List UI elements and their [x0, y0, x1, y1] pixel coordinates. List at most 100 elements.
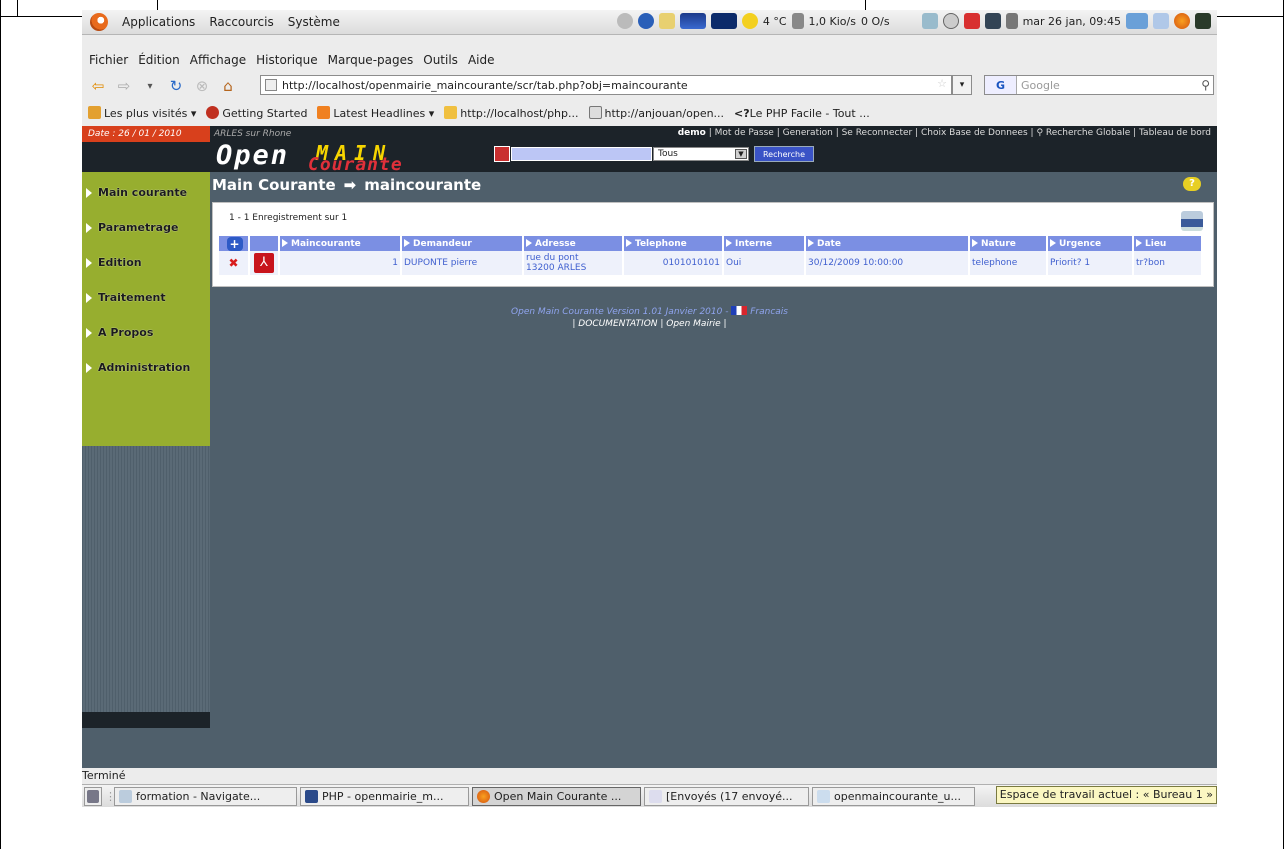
- menu-marque-pages[interactable]: Marque-pages: [328, 53, 414, 67]
- reload-icon[interactable]: ↻: [167, 77, 185, 95]
- sidebar-item-traitement[interactable]: Traitement: [86, 291, 166, 304]
- search-bar[interactable]: G Google ⚲: [984, 75, 1214, 95]
- firefox-icon[interactable]: [1174, 13, 1190, 29]
- col-maincourante[interactable]: Maincourante: [279, 236, 402, 251]
- menu-aide[interactable]: Aide: [468, 53, 495, 67]
- col-interne[interactable]: Interne: [723, 236, 806, 251]
- network-icon[interactable]: [791, 13, 804, 29]
- app-search-button[interactable]: Recherche: [754, 146, 814, 162]
- menu-historique[interactable]: Historique: [256, 53, 318, 67]
- cell-demandeur[interactable]: DUPONTE pierre: [401, 251, 524, 275]
- terminal-icon[interactable]: [1195, 13, 1211, 29]
- show-desktop-button[interactable]: [84, 786, 102, 806]
- menu-outils[interactable]: Outils: [423, 53, 458, 67]
- notes-icon[interactable]: [658, 13, 675, 29]
- bookmark-php-facile[interactable]: <?Le PHP Facile - Tout ...: [734, 107, 870, 120]
- cell-adresse[interactable]: rue du pont 13200 ARLES: [523, 251, 624, 275]
- link-se-reconnecter[interactable]: Se Reconnecter: [842, 128, 913, 138]
- col-adresse[interactable]: Adresse: [523, 236, 624, 251]
- bluetooth-icon[interactable]: [984, 13, 1001, 29]
- sidebar-item-edition[interactable]: Edition: [86, 256, 142, 269]
- col-lieu[interactable]: Lieu: [1133, 236, 1203, 251]
- footer-lang[interactable]: Francais: [750, 307, 788, 317]
- system-monitor-icon[interactable]: [710, 13, 737, 29]
- menu-fichier[interactable]: Fichier: [89, 53, 128, 67]
- task-open-main-courante[interactable]: Open Main Courante ...: [472, 786, 641, 806]
- task-formation[interactable]: formation - Navigate...: [114, 786, 297, 806]
- power-icon[interactable]: [942, 13, 959, 29]
- cell-nature[interactable]: telephone: [969, 251, 1048, 275]
- search-go-icon[interactable]: ⚲: [1201, 78, 1210, 92]
- link-generation[interactable]: Generation: [783, 128, 833, 138]
- footer-doc-links[interactable]: | DOCUMENTATION | Open Mairie |: [82, 318, 1217, 330]
- bookmark-localhost-php[interactable]: http://localhost/php...: [444, 106, 579, 120]
- bookmark-most-visited[interactable]: Les plus visités ▾: [88, 106, 196, 120]
- add-record-cell[interactable]: +: [219, 236, 250, 251]
- delete-icon[interactable]: ✖: [221, 256, 246, 270]
- cpu-monitor-icon[interactable]: [679, 13, 706, 29]
- url-bar[interactable]: http://localhost/openmairie_maincourante…: [260, 75, 952, 95]
- bookmark-anjouan[interactable]: http://anjouan/open...: [588, 106, 724, 120]
- bookmark-getting-started[interactable]: Getting Started: [206, 106, 307, 120]
- help-icon[interactable]: [637, 13, 654, 29]
- cell-interne[interactable]: Oui: [723, 251, 806, 275]
- link-demo[interactable]: demo: [678, 128, 706, 138]
- site-identity-icon[interactable]: [265, 79, 277, 91]
- menu-raccourcis[interactable]: Raccourcis: [209, 15, 273, 29]
- task-php[interactable]: PHP - openmairie_m...: [300, 786, 469, 806]
- gnome-foot-icon[interactable]: [90, 13, 108, 31]
- menu-applications[interactable]: Applications: [122, 15, 195, 29]
- home-icon[interactable]: ⌂: [219, 77, 237, 95]
- cell-date[interactable]: 30/12/2009 10:00:00: [805, 251, 970, 275]
- col-nature[interactable]: Nature: [969, 236, 1048, 251]
- col-telephone[interactable]: Telephone: [623, 236, 724, 251]
- app-search-input[interactable]: [511, 147, 652, 161]
- launcher-icon[interactable]: [1126, 13, 1148, 29]
- col-date[interactable]: Date: [805, 236, 970, 251]
- footer-version: Open Main Courante Version 1.01 Janvier …: [511, 307, 729, 317]
- search-engine-icon[interactable]: G: [985, 76, 1017, 94]
- mail-task-icon: [649, 789, 662, 803]
- link-recherche-globale[interactable]: Recherche Globale: [1046, 128, 1130, 138]
- link-mot-de-passe[interactable]: Mot de Passe: [715, 128, 774, 138]
- french-flag-icon[interactable]: [731, 306, 748, 315]
- table-row[interactable]: ✖ ⅄ 1 DUPONTE pierre rue du pont 13200 AR…: [219, 251, 1203, 275]
- url-dropdown[interactable]: ▾: [952, 75, 972, 95]
- weather-icon[interactable]: [741, 13, 758, 29]
- notification-icon[interactable]: [616, 13, 633, 29]
- forward-icon[interactable]: ⇨: [115, 77, 133, 95]
- bookmark-star-icon[interactable]: ☆: [937, 77, 947, 90]
- add-icon[interactable]: +: [226, 236, 243, 251]
- menu-affichage[interactable]: Affichage: [190, 53, 246, 67]
- cell-maincourante[interactable]: 1: [279, 251, 402, 275]
- clock[interactable]: mar 26 jan, 09:45: [1023, 15, 1121, 28]
- sidebar-item-main-courante[interactable]: Main courante: [86, 186, 187, 199]
- link-tableau-de-bord[interactable]: Tableau de bord: [1139, 128, 1211, 138]
- printer-icon[interactable]: [1181, 211, 1203, 231]
- col-demandeur[interactable]: Demandeur: [401, 236, 524, 251]
- history-dropdown-icon[interactable]: ▾: [141, 77, 159, 95]
- sidebar-item-parametrage[interactable]: Parametrage: [86, 221, 178, 234]
- select-arrow-icon: ▼: [735, 149, 747, 159]
- app-search-select[interactable]: Tous ▼: [653, 147, 749, 161]
- screenshot-icon[interactable]: [921, 13, 938, 29]
- menu-systeme[interactable]: Système: [288, 15, 340, 29]
- back-icon[interactable]: ⇦: [89, 77, 107, 95]
- sidebar-item-administration[interactable]: Administration: [86, 361, 190, 374]
- update-icon[interactable]: [963, 13, 980, 29]
- menu-edition[interactable]: Édition: [138, 53, 180, 67]
- browser-navbar: ⇦ ⇨ ▾ ↻ ⊗ ⌂ http://localhost/openmairie_…: [82, 73, 1217, 99]
- link-choix-base[interactable]: Choix Base de Donnees: [921, 128, 1028, 138]
- task-openmaincourante-doc[interactable]: openmaincourante_u...: [812, 786, 975, 806]
- cell-lieu[interactable]: tr?bon: [1133, 251, 1203, 275]
- help-bubble-icon[interactable]: ?: [1183, 177, 1201, 191]
- cell-urgence[interactable]: Priorit? 1: [1047, 251, 1134, 275]
- bookmark-latest-headlines[interactable]: Latest Headlines ▾: [317, 106, 434, 120]
- col-urgence[interactable]: Urgence: [1047, 236, 1134, 251]
- task-envoyes[interactable]: [Envoyés (17 envoyé...: [644, 786, 809, 806]
- mail-icon[interactable]: [1153, 13, 1169, 29]
- pdf-icon[interactable]: ⅄: [254, 253, 274, 273]
- cell-telephone[interactable]: 0101010101: [623, 251, 724, 275]
- stop-icon[interactable]: ⊗: [193, 77, 211, 95]
- volume-icon[interactable]: [1005, 13, 1018, 29]
